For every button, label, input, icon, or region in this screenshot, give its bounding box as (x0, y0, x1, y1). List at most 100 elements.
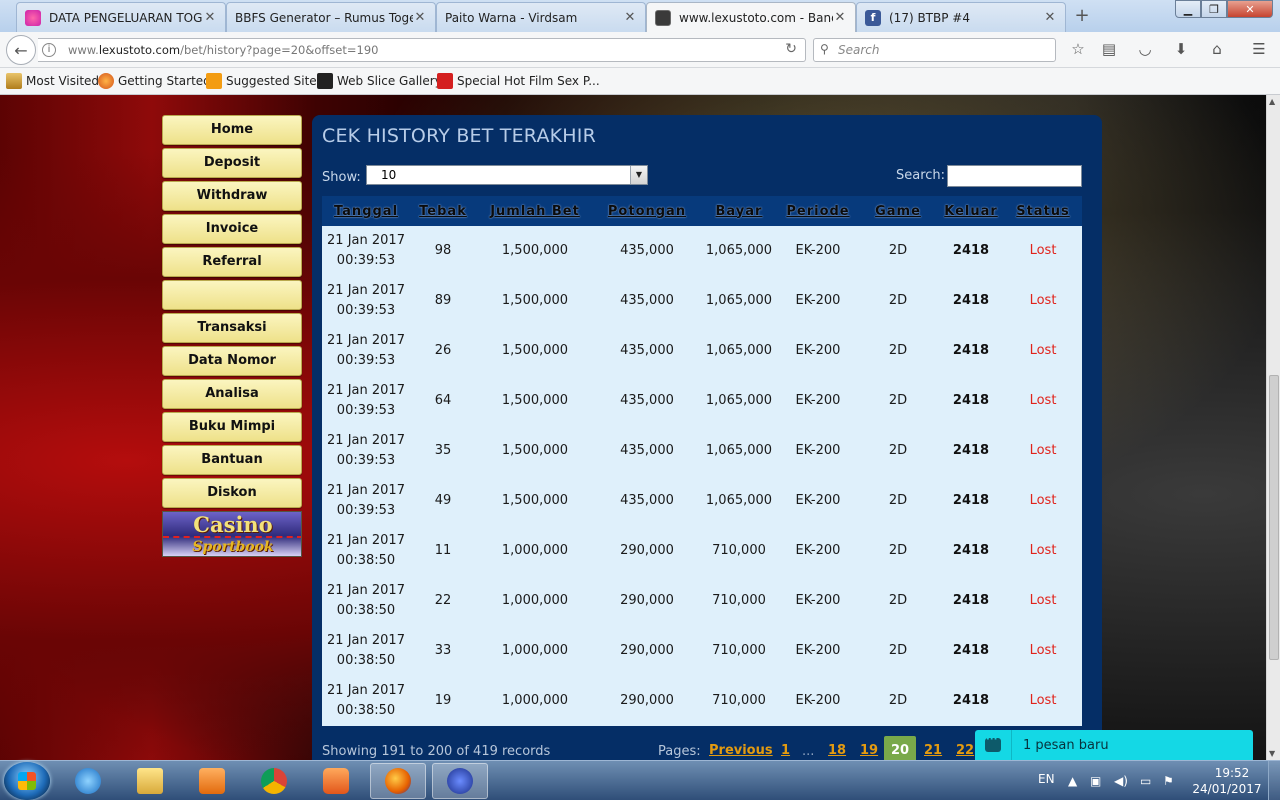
tab-bbfs-generator[interactable]: BBFS Generator – Rumus Togel... ✕ (226, 2, 436, 32)
casino-sportbook-banner[interactable]: Casino Sportbook (162, 511, 302, 557)
table-search-input[interactable] (947, 165, 1082, 187)
search-input[interactable]: ⚲ Search (813, 38, 1056, 62)
menu-icon[interactable]: ☰ (1248, 40, 1270, 60)
column-header-status[interactable]: Status (1004, 196, 1082, 226)
column-header-keluar[interactable]: Keluar (938, 196, 1004, 226)
back-button[interactable]: ← (6, 35, 36, 65)
clock-date[interactable]: 24/01/2017 (1192, 782, 1262, 796)
tab-close-icon[interactable]: ✕ (1043, 10, 1057, 25)
tab-close-icon[interactable]: ✕ (623, 10, 637, 25)
menu-data-nomor[interactable]: Data Nomor (162, 346, 302, 376)
bookmark-special[interactable]: Special Hot Film Sex P... (437, 73, 600, 89)
menu-diskon[interactable]: Diskon (162, 478, 302, 508)
tab-btbp[interactable]: f (17) BTBP #4 ✕ (856, 2, 1066, 32)
scrollbar-thumb[interactable] (1269, 375, 1279, 660)
scroll-down-arrow-icon[interactable]: ▼ (1269, 749, 1275, 758)
chat-widget[interactable]: 1 pesan baru (975, 730, 1253, 760)
bookmark-label: Most Visited (26, 74, 100, 88)
cell-tanggal: 21 Jan 2017 00:39:53 (327, 233, 405, 268)
url-bar[interactable]: i www.lexustoto.com/bet/history?page=20&… (38, 38, 806, 62)
show-desktop-button[interactable] (1268, 761, 1280, 800)
cell-status: Lost (1029, 243, 1057, 258)
pagination-page-18[interactable]: 18 (828, 743, 846, 758)
taskbar-internet-explorer[interactable] (60, 763, 116, 799)
menu-analisa[interactable]: Analisa (162, 379, 302, 409)
taskbar-app-orange[interactable] (308, 763, 364, 799)
taskbar-file-explorer[interactable] (122, 763, 178, 799)
taskbar-media-player[interactable] (184, 763, 240, 799)
tab-close-icon[interactable]: ✕ (413, 10, 427, 25)
cell-tebak: 19 (434, 693, 452, 708)
home-icon[interactable]: ⌂ (1206, 40, 1228, 60)
pagination-page-21[interactable]: 21 (924, 743, 942, 758)
column-header-periode[interactable]: Periode (778, 196, 858, 226)
menu-deposit[interactable]: Deposit (162, 148, 302, 178)
column-header-jumlah-bet[interactable]: Jumlah Bet (476, 196, 594, 226)
new-tab-button[interactable]: + (1072, 6, 1092, 26)
pagination-page-1[interactable]: 1 (781, 743, 790, 758)
pocket-icon[interactable]: ◡ (1134, 40, 1156, 60)
cell-bayar: 1,065,000 (705, 393, 773, 408)
table-row: 21 Jan 2017 00:38:50 11 1,000,000 290,000 71… (322, 526, 1082, 576)
tab-lexustoto[interactable]: www.lexustoto.com - Band... ✕ (646, 2, 856, 32)
cell-tebak: 26 (434, 343, 452, 358)
info-icon[interactable]: i (42, 43, 56, 57)
bookmark-web-slice-gallery[interactable]: Web Slice Gallery (317, 73, 442, 89)
reading-list-icon[interactable]: ▤ (1098, 40, 1120, 60)
menu-transaksi[interactable]: Transaksi (162, 313, 302, 343)
column-header-potongan[interactable]: Potongan (594, 196, 700, 226)
reload-icon[interactable]: ↻ (785, 41, 797, 57)
bookmark-suggested-sites[interactable]: Suggested Sites (206, 73, 323, 89)
download-icon[interactable]: ⬇ (1170, 40, 1192, 60)
cell-tebak: 35 (434, 443, 452, 458)
menu-referral[interactable]: Referral (162, 247, 302, 277)
cell-jumlah-bet: 1,500,000 (501, 293, 569, 308)
bookmark-most-visited[interactable]: Most Visited (6, 73, 99, 89)
start-button[interactable] (4, 762, 50, 800)
network-icon[interactable]: ▭ (1140, 774, 1151, 788)
tab-close-icon[interactable]: ✕ (833, 10, 847, 25)
menu-blank[interactable] (162, 280, 302, 310)
cell-keluar: 2418 (952, 493, 990, 508)
menu-withdraw[interactable]: Withdraw (162, 181, 302, 211)
cell-status: Lost (1029, 293, 1057, 308)
scroll-up-arrow-icon[interactable]: ▲ (1269, 97, 1275, 106)
bet-history-table: Tanggal Tebak Jumlah Bet Potongan Bayar … (322, 196, 1082, 726)
tab-title: www.lexustoto.com - Band... (679, 10, 833, 25)
tab-paito-warna[interactable]: Paito Warna - Virdsam ✕ (436, 2, 646, 32)
menu-buku-mimpi[interactable]: Buku Mimpi (162, 412, 302, 442)
action-center-flag-icon[interactable]: ⚑ (1163, 774, 1174, 788)
taskbar-firefox[interactable] (370, 763, 426, 799)
pagination-page-22[interactable]: 22 (956, 743, 974, 758)
tab-data-pengeluaran[interactable]: DATA PENGELUARAN TOG... ✕ (16, 2, 226, 32)
column-header-bayar[interactable]: Bayar (700, 196, 778, 226)
language-indicator[interactable]: EN (1038, 772, 1055, 786)
minimize-button[interactable]: ▁ (1175, 0, 1201, 18)
tab-title: Paito Warna - Virdsam (445, 10, 578, 25)
chrome-icon (261, 768, 287, 794)
tray-app-icon[interactable]: ▣ (1090, 774, 1101, 788)
cell-game: 2D (888, 693, 908, 708)
tab-close-icon[interactable]: ✕ (203, 10, 217, 25)
show-entries-select[interactable]: 10 ▼ (366, 165, 648, 185)
chevron-down-icon[interactable]: ▼ (630, 166, 647, 184)
menu-bantuan[interactable]: Bantuan (162, 445, 302, 475)
volume-icon[interactable]: ◀) (1114, 774, 1128, 788)
pagination-previous[interactable]: Previous (709, 743, 773, 758)
column-header-tanggal[interactable]: Tanggal (322, 196, 410, 226)
taskbar-chrome[interactable] (246, 763, 302, 799)
column-header-tebak[interactable]: Tebak (410, 196, 476, 226)
cell-keluar: 2418 (952, 693, 990, 708)
menu-home[interactable]: Home (162, 115, 302, 145)
tray-arrow-icon[interactable]: ▲ (1068, 774, 1077, 788)
bookmark-getting-started[interactable]: Getting Started (98, 73, 211, 89)
menu-invoice[interactable]: Invoice (162, 214, 302, 244)
taskbar-3g-modem[interactable] (432, 763, 488, 799)
maximize-button[interactable]: ❐ (1201, 0, 1227, 18)
pagination-page-19[interactable]: 19 (860, 743, 878, 758)
bookmark-star-icon[interactable]: ☆ (1067, 40, 1089, 60)
vertical-scrollbar[interactable]: ▲ ▼ (1266, 95, 1280, 760)
column-header-game[interactable]: Game (858, 196, 938, 226)
close-window-button[interactable]: ✕ (1227, 0, 1273, 18)
clock-time[interactable]: 19:52 (1205, 766, 1259, 780)
